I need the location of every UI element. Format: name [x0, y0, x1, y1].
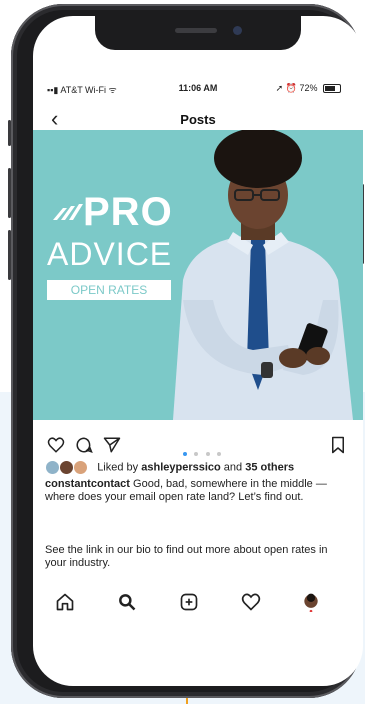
- activity-heart-icon[interactable]: [241, 592, 261, 612]
- heart-icon[interactable]: [47, 436, 65, 454]
- likes-and: and: [223, 461, 243, 474]
- status-bar: ▪▪▮ AT&T Wi-Fi ᯤ 11:06 AM ➚ ⏰ 72%: [33, 78, 363, 98]
- carousel-dot: [205, 452, 210, 456]
- mute-switch: [8, 120, 11, 146]
- status-right: ➚ ⏰ 72%: [276, 83, 341, 94]
- post-image[interactable]: PRO ADVICE OPEN RATES: [33, 130, 363, 420]
- caption-username[interactable]: constantcontact: [45, 478, 130, 490]
- profile-avatar[interactable]: [301, 592, 321, 612]
- brand-logo-icon: [53, 204, 83, 220]
- liker-avatar: [73, 460, 89, 475]
- alarm-icon: ⏰: [285, 83, 297, 93]
- carousel-dot: [217, 452, 222, 456]
- home-icon[interactable]: [55, 592, 75, 612]
- speaker: [175, 28, 217, 33]
- location-icon: ➚: [275, 83, 284, 93]
- carousel-dot-active: [183, 452, 187, 456]
- battery-icon: [323, 84, 341, 94]
- likes-line: Liked by ashleyperssico and 35 others: [45, 460, 294, 475]
- bottom-tab-bar: [33, 588, 363, 618]
- search-icon[interactable]: [117, 592, 137, 612]
- post-caption-second: See the link in our bio to find out more…: [45, 544, 328, 569]
- phone-frame: ▪▪▮ AT&T Wi-Fi ᯤ 11:06 AM ➚ ⏰ 72% ‹ Post…: [8, 4, 364, 698]
- notch: [95, 16, 301, 50]
- likes-prefix: Liked by: [97, 461, 139, 474]
- liker-avatar: [45, 460, 60, 475]
- volume-up-button: [8, 168, 11, 218]
- page-title: Posts: [180, 112, 216, 127]
- comment-icon[interactable]: [75, 436, 93, 454]
- phone-screen: ▪▪▮ AT&T Wi-Fi ᯤ 11:06 AM ➚ ⏰ 72% ‹ Post…: [33, 16, 363, 686]
- front-camera: [233, 26, 242, 35]
- liker-avatar: [59, 460, 75, 475]
- bookmark-icon[interactable]: [329, 436, 347, 454]
- carousel-dot: [194, 452, 199, 456]
- post-caption: constantcontact Good, bad, somewhere in …: [45, 478, 345, 504]
- add-post-icon[interactable]: [179, 592, 199, 612]
- post-actions: [33, 434, 363, 458]
- carousel-dots: [183, 443, 224, 461]
- send-icon[interactable]: [103, 436, 121, 454]
- likes-others[interactable]: 35 others: [245, 461, 294, 473]
- man-with-phone-illustration: [173, 130, 353, 420]
- liker-username[interactable]: ashleyperssico: [141, 461, 221, 473]
- battery-percent: 72%: [299, 83, 318, 93]
- volume-down-button: [8, 230, 11, 280]
